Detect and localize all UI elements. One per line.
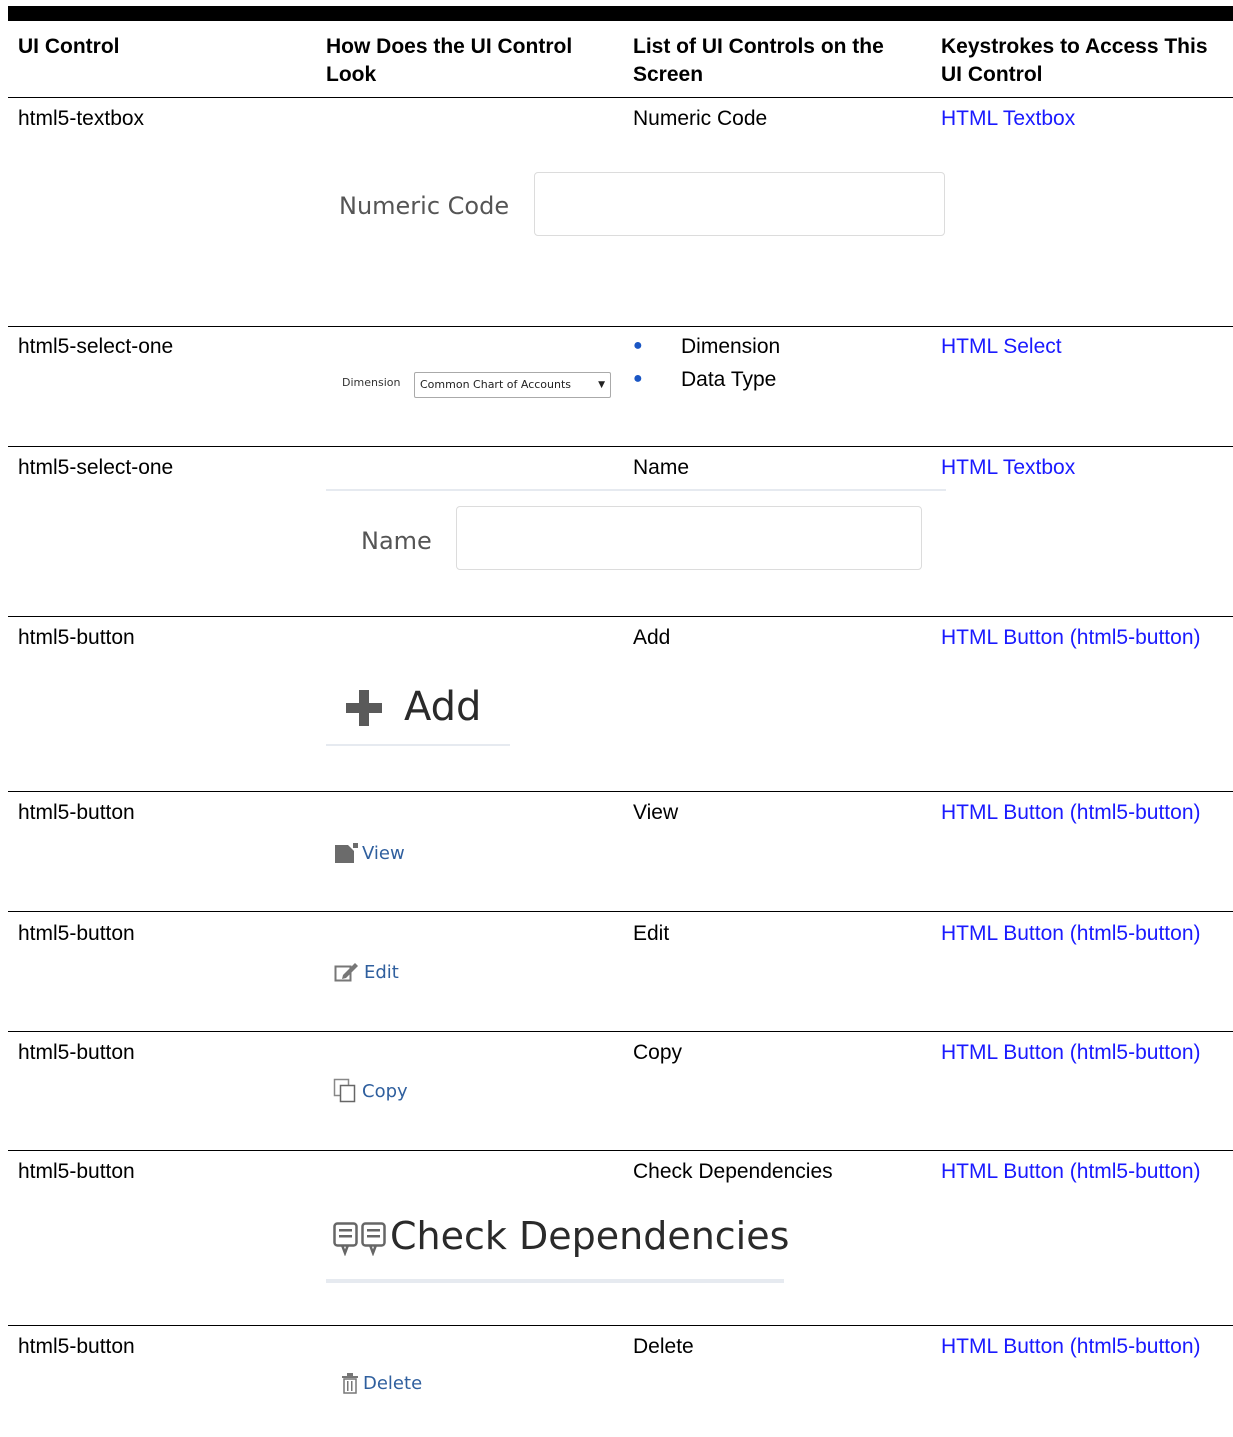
chevron-down-icon: ▼	[598, 380, 605, 390]
view-button-label: View	[362, 843, 405, 864]
control-list-item: Check Dependencies	[633, 1160, 833, 1183]
row-rule	[8, 911, 1233, 912]
name-field	[456, 506, 922, 570]
row-rule	[8, 616, 1233, 617]
keystroke-link[interactable]: HTML Button (html5-button)	[941, 799, 1221, 826]
control-list-item: Edit	[633, 922, 670, 945]
control-list-item: View	[633, 801, 679, 824]
edit-button-label: Edit	[364, 962, 399, 983]
add-button-label: Add	[404, 684, 482, 730]
dimension-label: Dimension	[342, 376, 401, 389]
plus-icon	[346, 690, 382, 726]
delete-button-label: Delete	[363, 1373, 423, 1394]
control-list-item: Add	[633, 626, 671, 649]
dimension-selected-value: Common Chart of Accounts	[420, 378, 572, 391]
ui-control-name: html5-select-one	[18, 456, 174, 479]
ui-control-name: html5-button	[18, 922, 135, 945]
table-top-rule	[8, 6, 1233, 21]
divider	[326, 1279, 784, 1283]
row-rule	[8, 326, 1233, 327]
row-rule	[8, 1325, 1233, 1326]
control-list-item: Numeric Code	[633, 107, 768, 130]
ui-control-name: html5-button	[18, 801, 135, 824]
name-label: Name	[361, 527, 432, 555]
row-rule	[8, 1031, 1233, 1032]
bullet-icon: ●	[633, 370, 643, 387]
row-rule	[8, 1150, 1233, 1151]
numeric-code-field	[534, 172, 945, 236]
document-icon	[335, 843, 358, 863]
header-keystrokes: Keystrokes to Access This UI Control	[941, 35, 1208, 86]
ui-control-name: html5-button	[18, 1160, 135, 1183]
dependencies-icon	[333, 1222, 386, 1256]
header-ui-control: UI Control	[18, 35, 120, 58]
dimension-select: Common Chart of Accounts ▼	[414, 372, 611, 398]
ui-control-name: html5-button	[18, 1041, 135, 1064]
row-rule	[8, 446, 1233, 447]
copy-button-label: Copy	[362, 1081, 408, 1102]
keystroke-link[interactable]: HTML Button (html5-button)	[941, 1158, 1221, 1185]
header-look: How Does the UI Control Look	[326, 35, 573, 86]
edit-icon	[334, 963, 358, 982]
keystroke-link[interactable]: HTML Button (html5-button)	[941, 1039, 1221, 1066]
trash-icon	[342, 1373, 358, 1394]
numeric-code-label: Numeric Code	[339, 192, 510, 220]
header-rule	[8, 97, 1233, 98]
keystroke-link[interactable]: HTML Button (html5-button)	[941, 1333, 1221, 1360]
keystroke-link[interactable]: HTML Button (html5-button)	[941, 920, 1221, 947]
copy-icon	[333, 1078, 356, 1103]
control-list-item: Copy	[633, 1041, 683, 1064]
control-list-item: Dimension	[681, 335, 781, 358]
check-dependencies-button-label: Check Dependencies	[390, 1214, 790, 1258]
divider	[326, 744, 510, 746]
keystroke-link[interactable]: HTML Textbox	[941, 454, 1221, 481]
bullet-icon: ●	[633, 337, 643, 354]
keystroke-link[interactable]: HTML Select	[941, 333, 1221, 360]
control-list-item: Data Type	[681, 368, 777, 391]
ui-control-name: html5-select-one	[18, 335, 174, 358]
divider	[326, 489, 946, 491]
control-list-item: Delete	[633, 1335, 694, 1358]
ui-control-name: html5-textbox	[18, 107, 145, 130]
keystroke-link[interactable]: HTML Textbox	[941, 105, 1221, 132]
ui-control-name: html5-button	[18, 1335, 135, 1358]
ui-control-name: html5-button	[18, 626, 135, 649]
keystroke-link[interactable]: HTML Button (html5-button)	[941, 624, 1221, 651]
control-list-item: Name	[633, 456, 690, 479]
header-list: List of UI Controls on the Screen	[633, 35, 884, 86]
row-rule	[8, 791, 1233, 792]
